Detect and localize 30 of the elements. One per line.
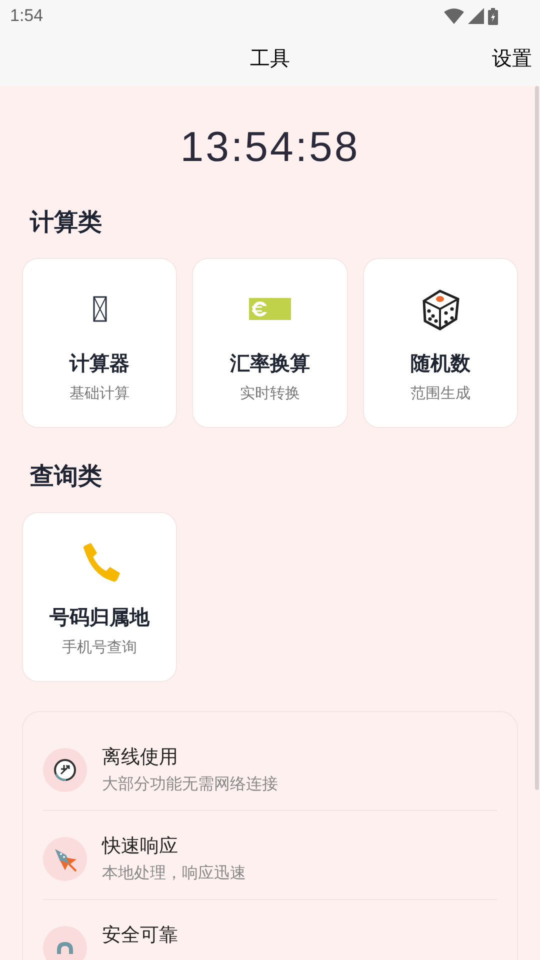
rocket-icon (52, 846, 78, 872)
tool-card[interactable]: 随机数 范围生成 (362, 258, 518, 428)
feature-title: 快速响应 (102, 835, 179, 859)
settings-button[interactable]: 设置 (492, 44, 532, 74)
tool-name: 随机数 (410, 352, 470, 377)
toolbar-title: 工具 (250, 47, 290, 72)
banknote-icon (248, 297, 292, 321)
missing-glyph-icon (92, 296, 107, 322)
clock-time: 13:54:58 (179, 122, 361, 172)
section-title: 计算类 (30, 208, 103, 238)
section-title: 查询类 (30, 462, 103, 492)
feature-title: 离线使用 (102, 746, 179, 770)
compass-icon (53, 758, 77, 782)
feature-description: 本地处理，响应迅速 (102, 864, 246, 884)
tool-name: 号码归属地 (50, 606, 150, 631)
tool-description: 范围生成 (410, 384, 470, 404)
tool-description: 实时转换 (240, 384, 300, 404)
tool-name: 计算器 (70, 352, 130, 377)
tool-description: 基础计算 (70, 384, 130, 404)
tool-description: 手机号查询 (62, 638, 138, 658)
tool-card[interactable]: 汇率换算 实时转换 (192, 258, 348, 428)
signal-icon (468, 8, 484, 24)
tool-card[interactable]: 号码归属地 手机号查询 (22, 512, 178, 682)
battery-icon (488, 8, 498, 24)
feature-description: 大部分功能无需网络连接 (102, 774, 278, 795)
status-time: 1:54 (10, 5, 44, 28)
wifi-icon (444, 8, 464, 24)
tool-card[interactable]: 计算器 基础计算 (22, 258, 178, 428)
tool-name: 汇率换算 (230, 352, 310, 377)
feature-title: 安全可靠 (102, 924, 178, 948)
